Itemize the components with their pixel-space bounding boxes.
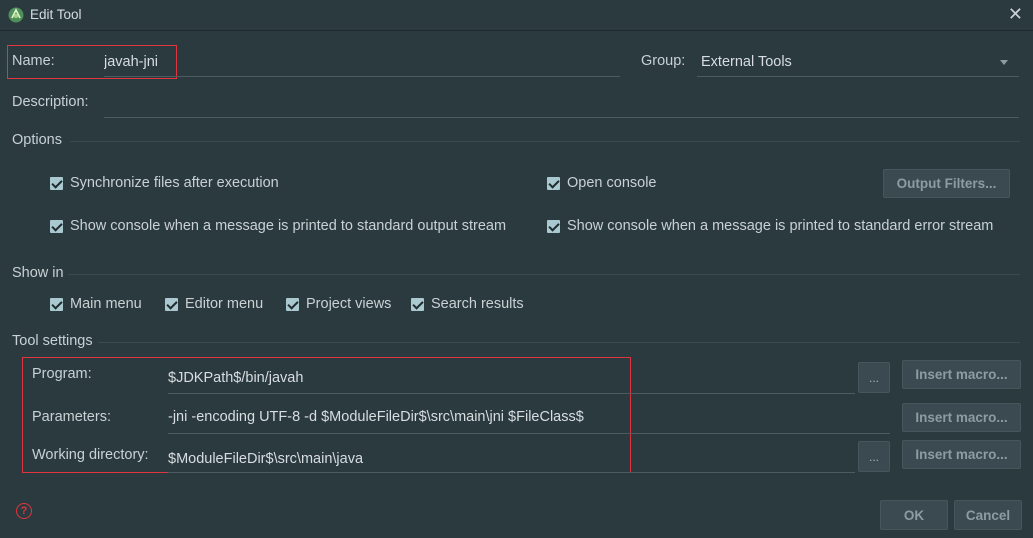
options-section-title: Options — [12, 132, 62, 148]
show-in-section-title: Show in — [12, 265, 64, 281]
help-icon[interactable]: ? — [16, 503, 32, 519]
tool-settings-section-title: Tool settings — [12, 333, 93, 349]
ok-button[interactable]: OK — [880, 500, 948, 530]
working-directory-label: Working directory: — [32, 447, 149, 463]
search-results-label: Search results — [431, 296, 524, 312]
editor-menu-label: Editor menu — [185, 296, 264, 312]
main-menu-checkbox[interactable]: Main menu — [50, 296, 142, 312]
cancel-button[interactable]: Cancel — [954, 500, 1022, 530]
open-console-checkbox[interactable]: Open console — [547, 175, 656, 191]
android-studio-icon — [8, 7, 24, 23]
output-filters-button[interactable]: Output Filters... — [883, 169, 1010, 198]
program-browse-button[interactable]: ... — [858, 362, 890, 393]
working-directory-browse-button[interactable]: ... — [858, 441, 890, 472]
name-label: Name: — [12, 53, 55, 69]
editor-menu-checkbox[interactable]: Editor menu — [165, 296, 263, 312]
parameters-field[interactable]: -jni -encoding UTF-8 -d $ModuleFileDir$\… — [168, 406, 890, 434]
checkbox-checked-icon — [50, 297, 63, 311]
working-directory-field[interactable]: $ModuleFileDir$\src\main\java — [168, 448, 855, 473]
options-divider — [70, 141, 1020, 142]
search-results-checkbox[interactable]: Search results — [411, 296, 524, 312]
show-in-divider — [68, 274, 1020, 275]
window-title: Edit Tool — [30, 7, 82, 22]
sync-files-label: Synchronize files after execution — [70, 175, 279, 191]
checkbox-checked-icon — [50, 219, 63, 233]
parameters-insert-macro-button[interactable]: Insert macro... — [902, 403, 1021, 432]
checkbox-checked-icon — [411, 297, 424, 311]
name-field[interactable]: javah-jni — [104, 51, 620, 77]
checkbox-checked-icon — [50, 176, 63, 190]
checkbox-checked-icon — [286, 297, 299, 311]
description-field[interactable] — [104, 92, 1019, 118]
show-console-stderr-checkbox[interactable]: Show console when a message is printed t… — [547, 218, 993, 234]
project-views-checkbox[interactable]: Project views — [286, 296, 391, 312]
project-views-label: Project views — [306, 296, 392, 312]
group-select[interactable]: External Tools — [697, 51, 1019, 77]
sync-files-checkbox[interactable]: Synchronize files after execution — [50, 175, 279, 191]
open-console-label: Open console — [567, 175, 657, 191]
show-console-stderr-label: Show console when a message is printed t… — [567, 218, 994, 234]
main-menu-label: Main menu — [70, 296, 142, 312]
group-label: Group: — [641, 53, 686, 69]
checkbox-checked-icon — [165, 297, 178, 311]
title-bar: Edit Tool ✕ — [0, 0, 1033, 31]
program-field[interactable]: $JDKPath$/bin/javah — [168, 367, 855, 394]
chevron-down-icon[interactable] — [1000, 60, 1008, 65]
program-insert-macro-button[interactable]: Insert macro... — [902, 360, 1021, 389]
tool-settings-divider — [98, 342, 1020, 343]
working-directory-insert-macro-button[interactable]: Insert macro... — [902, 440, 1021, 469]
show-console-stdout-label: Show console when a message is printed t… — [70, 218, 507, 234]
checkbox-checked-icon — [547, 176, 560, 190]
close-icon[interactable]: ✕ — [1008, 5, 1023, 23]
description-label: Description: — [12, 94, 89, 110]
parameters-label: Parameters: — [32, 409, 111, 425]
program-label: Program: — [32, 366, 92, 382]
checkbox-checked-icon — [547, 219, 560, 233]
show-console-stdout-checkbox[interactable]: Show console when a message is printed t… — [50, 218, 506, 234]
